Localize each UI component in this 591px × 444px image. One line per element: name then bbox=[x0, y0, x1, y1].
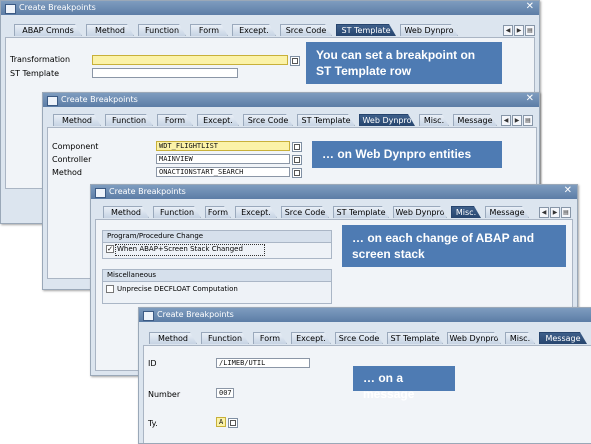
tab-web-dynpro[interactable]: Web Dynpro bbox=[400, 24, 458, 36]
tab-form[interactable]: Form bbox=[157, 114, 193, 126]
value-help-icon[interactable] bbox=[292, 155, 302, 165]
message-number-input[interactable]: 007 bbox=[216, 388, 234, 398]
tabstrip: Method Function Form Except. Srce Code S… bbox=[139, 331, 591, 345]
value-help-icon[interactable] bbox=[290, 56, 300, 66]
group-program-change: Program/Procedure Change ✓ When ABAP+Scr… bbox=[102, 230, 332, 259]
tab-function[interactable]: Function bbox=[105, 114, 153, 126]
tab-scroll-right-icon[interactable]: ▶ bbox=[550, 207, 560, 218]
dialog-title: Create Breakpoints bbox=[109, 187, 186, 196]
tab-abap-cmnds[interactable]: ABAP Cmnds bbox=[14, 24, 82, 36]
field-label-id: ID bbox=[148, 359, 157, 368]
message-type-input[interactable]: A bbox=[216, 417, 226, 427]
field-label-method: Method bbox=[52, 168, 83, 177]
group-title: Program/Procedure Change bbox=[103, 231, 331, 243]
close-icon[interactable]: ✕ bbox=[564, 185, 572, 196]
st-template-input[interactable] bbox=[92, 68, 238, 78]
tab-misc[interactable]: Misc. bbox=[419, 114, 449, 126]
callout-st-template: You can set a breakpoint on ST Template … bbox=[306, 42, 502, 84]
value-help-icon[interactable] bbox=[292, 142, 302, 152]
tab-st-template[interactable]: ST Template bbox=[336, 24, 396, 36]
tab-web-dynpro[interactable]: Web Dynpro bbox=[447, 332, 501, 344]
tab-misc[interactable]: Misc. bbox=[451, 206, 481, 218]
tab-list-icon[interactable]: ▤ bbox=[523, 115, 533, 126]
dialog-title: Create Breakpoints bbox=[157, 310, 234, 319]
sap-window-icon bbox=[95, 188, 106, 198]
tab-list-icon[interactable]: ▤ bbox=[561, 207, 571, 218]
field-label-transformation: Transformation bbox=[10, 55, 71, 64]
field-label-type: Ty. bbox=[148, 419, 158, 428]
tabstrip: ABAP Cmnds Method Function Form Except. … bbox=[1, 23, 539, 37]
tab-srce-code[interactable]: Srce Code bbox=[280, 24, 332, 36]
tab-st-template[interactable]: ST Template bbox=[297, 114, 355, 126]
tab-scroll-right-icon[interactable]: ▶ bbox=[514, 25, 524, 36]
tab-misc[interactable]: Misc. bbox=[505, 332, 535, 344]
tab-method[interactable]: Method bbox=[86, 24, 134, 36]
value-help-icon[interactable] bbox=[228, 418, 238, 428]
controller-input[interactable]: MAINVIEW bbox=[156, 154, 290, 164]
tabstrip: Method Function Form Except. Srce Code S… bbox=[43, 113, 539, 127]
tab-st-template[interactable]: ST Template bbox=[387, 332, 443, 344]
tab-srce-code[interactable]: Srce Code bbox=[243, 114, 293, 126]
dialog-title: Create Breakpoints bbox=[61, 95, 138, 104]
field-label-controller: Controller bbox=[52, 155, 92, 164]
tab-except[interactable]: Except. bbox=[235, 206, 277, 218]
tab-function[interactable]: Function bbox=[201, 332, 249, 344]
tab-function[interactable]: Function bbox=[153, 206, 201, 218]
tab-web-dynpro[interactable]: Web Dynpro bbox=[359, 114, 415, 126]
focus-outline bbox=[115, 244, 265, 256]
tab-message[interactable]: Message bbox=[539, 332, 587, 344]
dialog-titlebar: Create Breakpoints bbox=[139, 308, 591, 322]
group-title: Miscellaneous bbox=[103, 270, 331, 282]
tab-message[interactable]: Message bbox=[453, 114, 497, 126]
field-label-st-template: ST Template bbox=[10, 69, 60, 78]
dialog-titlebar: Create Breakpoints ✕ bbox=[1, 1, 539, 15]
callout-message: … on a message bbox=[353, 366, 455, 401]
tabstrip: Method Function Form Except. Srce Code S… bbox=[91, 205, 577, 219]
value-help-icon[interactable] bbox=[292, 168, 302, 178]
dialog-titlebar: Create Breakpoints ✕ bbox=[43, 93, 539, 107]
tab-web-dynpro[interactable]: Web Dynpro bbox=[393, 206, 447, 218]
tab-function[interactable]: Function bbox=[138, 24, 186, 36]
callout-web-dynpro: … on Web Dynpro entities bbox=[312, 141, 502, 168]
tab-form[interactable]: Form bbox=[205, 206, 231, 218]
checkbox-label: Unprecise DECFLOAT Computation bbox=[117, 285, 238, 293]
tab-form[interactable]: Form bbox=[253, 332, 287, 344]
dialog-title: Create Breakpoints bbox=[19, 3, 96, 12]
tab-except[interactable]: Except. bbox=[291, 332, 331, 344]
tab-method[interactable]: Method bbox=[53, 114, 101, 126]
stack-change-checkbox[interactable]: ✓ bbox=[106, 245, 114, 253]
method-input[interactable]: ONACTIONSTART_SEARCH bbox=[156, 167, 290, 177]
sap-window-icon bbox=[47, 96, 58, 106]
tab-srce-code[interactable]: Srce Code bbox=[335, 332, 383, 344]
tab-form[interactable]: Form bbox=[190, 24, 228, 36]
component-input[interactable]: WDT_FLIGHTLIST bbox=[156, 141, 290, 151]
field-label-component: Component bbox=[52, 142, 99, 151]
tab-method[interactable]: Method bbox=[103, 206, 149, 218]
tab-message[interactable]: Message bbox=[485, 206, 529, 218]
dialog-titlebar: Create Breakpoints ✕ bbox=[91, 185, 577, 199]
tab-except[interactable]: Except. bbox=[232, 24, 276, 36]
group-miscellaneous: Miscellaneous Unprecise DECFLOAT Computa… bbox=[102, 269, 332, 304]
tab-scroll-left-icon[interactable]: ◀ bbox=[503, 25, 513, 36]
tab-method[interactable]: Method bbox=[149, 332, 197, 344]
field-label-number: Number bbox=[148, 390, 181, 399]
tab-except[interactable]: Except. bbox=[197, 114, 239, 126]
tab-scroll-left-icon[interactable]: ◀ bbox=[501, 115, 511, 126]
sap-window-icon bbox=[5, 4, 16, 14]
decfloat-checkbox[interactable] bbox=[106, 285, 114, 293]
tab-st-template[interactable]: ST Template bbox=[333, 206, 389, 218]
transformation-input[interactable] bbox=[92, 55, 288, 65]
tab-scroll-left-icon[interactable]: ◀ bbox=[539, 207, 549, 218]
tab-srce-code[interactable]: Srce Code bbox=[281, 206, 329, 218]
message-id-input[interactable]: /LIMEB/UTIL bbox=[216, 358, 310, 368]
callout-stack-change: … on each change of ABAP and screen stac… bbox=[342, 225, 566, 267]
close-icon[interactable]: ✕ bbox=[526, 1, 534, 12]
close-icon[interactable]: ✕ bbox=[526, 93, 534, 104]
tab-list-icon[interactable]: ▤ bbox=[525, 25, 535, 36]
sap-window-icon bbox=[143, 311, 154, 321]
tab-scroll-right-icon[interactable]: ▶ bbox=[512, 115, 522, 126]
